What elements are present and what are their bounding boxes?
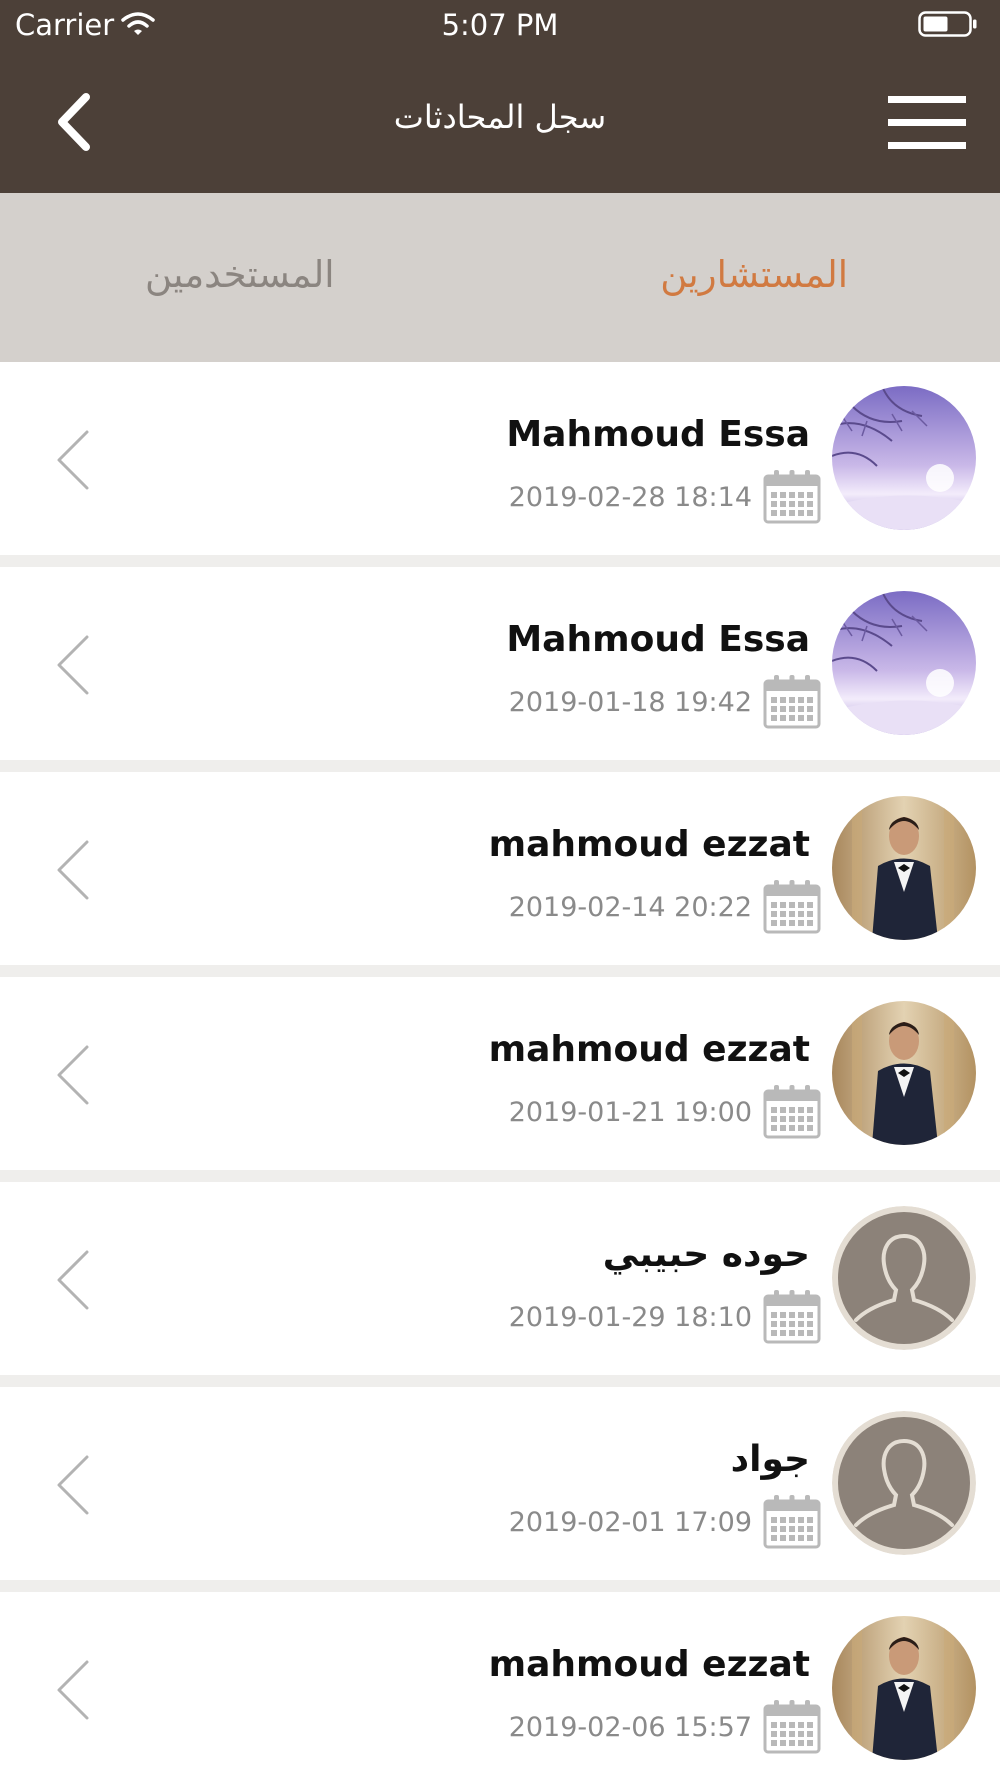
avatar <box>832 1001 976 1145</box>
contact-name: Mahmoud Essa <box>506 414 810 455</box>
chevron-left-icon <box>55 838 91 902</box>
calendar-icon <box>763 1288 821 1344</box>
battery-icon <box>918 11 978 41</box>
contact-name: جواد <box>730 1439 810 1480</box>
contact-name: mahmoud ezzat <box>488 1029 810 1070</box>
conversation-date: 2019-02-06 15:57 <box>508 1712 752 1743</box>
navigation-bar: سجل المحادثات <box>0 48 1000 193</box>
avatar <box>832 386 976 530</box>
calendar-icon <box>763 468 821 524</box>
clock: 5:07 PM <box>441 8 559 42</box>
avatar <box>832 796 976 940</box>
tab-consultants[interactable]: المستشارين <box>660 253 848 296</box>
chevron-left-icon <box>55 1658 91 1722</box>
segment-tabs: المستخدمين المستشارين <box>0 193 1000 362</box>
contact-name: mahmoud ezzat <box>488 824 810 865</box>
chevron-left-icon <box>55 428 91 492</box>
contact-name: حوده حبيبي <box>602 1234 810 1275</box>
hamburger-menu-icon <box>888 96 966 149</box>
status-bar: Carrier 5:07 PM <box>0 0 1000 48</box>
chevron-left-icon <box>55 1453 91 1517</box>
calendar-icon <box>763 1698 821 1754</box>
conversation-row[interactable]: mahmoud ezzat 2019-02-06 15:57 <box>0 1592 1000 1785</box>
conversation-row[interactable]: جواد 2019-02-01 17:09 <box>0 1387 1000 1580</box>
calendar-icon <box>763 1083 821 1139</box>
conversation-date: 2019-01-18 19:42 <box>508 687 752 718</box>
contact-name: Mahmoud Essa <box>506 619 810 660</box>
avatar <box>832 1411 976 1555</box>
calendar-icon <box>763 878 821 934</box>
contact-name: mahmoud ezzat <box>488 1644 810 1685</box>
conversation-date: 2019-02-01 17:09 <box>508 1507 752 1538</box>
menu-button[interactable] <box>888 94 968 152</box>
conversation-date: 2019-01-21 19:00 <box>508 1097 752 1128</box>
avatar <box>832 1616 976 1760</box>
conversation-row[interactable]: mahmoud ezzat 2019-02-14 20:22 <box>0 772 1000 965</box>
conversation-row[interactable]: Mahmoud Essa 2019-01-18 19:42 <box>0 567 1000 760</box>
conversation-date: 2019-02-28 18:14 <box>508 482 752 513</box>
conversation-row[interactable]: Mahmoud Essa 2019-02-28 18:14 <box>0 362 1000 555</box>
avatar <box>832 591 976 735</box>
conversation-row[interactable]: حوده حبيبي 2019-01-29 18:10 <box>0 1182 1000 1375</box>
tab-users[interactable]: المستخدمين <box>145 253 335 296</box>
conversation-date: 2019-01-29 18:10 <box>508 1302 752 1333</box>
chevron-left-icon <box>55 633 91 697</box>
conversation-date: 2019-02-14 20:22 <box>508 892 752 923</box>
chevron-left-icon <box>55 1043 91 1107</box>
chevron-left-icon <box>55 1248 91 1312</box>
conversation-row[interactable]: mahmoud ezzat 2019-01-21 19:00 <box>0 977 1000 1170</box>
page-title: سجل المحادثات <box>393 98 607 136</box>
calendar-icon <box>763 1493 821 1549</box>
avatar <box>832 1206 976 1350</box>
calendar-icon <box>763 673 821 729</box>
